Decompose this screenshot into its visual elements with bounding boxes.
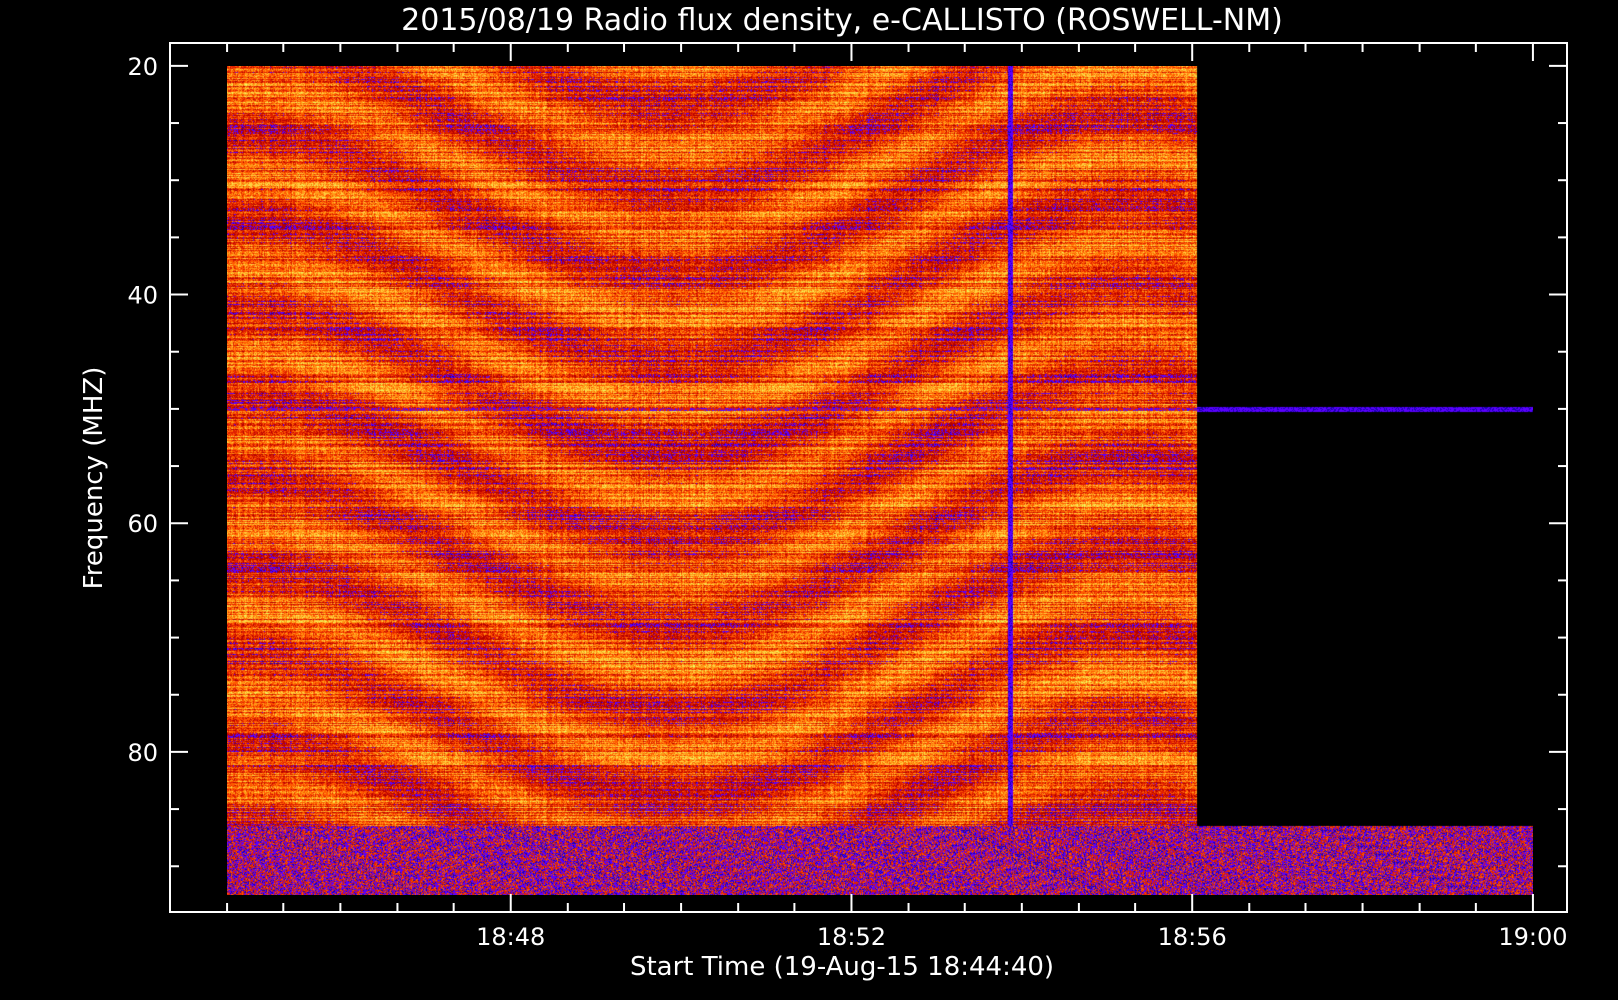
- x-axis-tick-labels: 18:48 18:52 18:56 19:00: [476, 923, 1567, 951]
- spectrogram-image: [227, 66, 1533, 895]
- x-tick-label: 19:00: [1498, 923, 1567, 951]
- x-axis-title: Start Time (19-Aug-15 18:44:40): [630, 952, 1054, 982]
- x-tick-label: 18:56: [1158, 923, 1227, 951]
- y-tick-label: 80: [127, 739, 158, 767]
- y-axis-title: Frequency (MHZ): [79, 367, 109, 590]
- x-tick-label: 18:48: [476, 923, 545, 951]
- y-tick-label: 40: [127, 282, 158, 310]
- chart-title: 2015/08/19 Radio flux density, e-CALLIST…: [401, 3, 1283, 38]
- spectrogram-heatmap: [227, 66, 1533, 895]
- x-tick-label: 18:52: [817, 923, 886, 951]
- chart: 2015/08/19 Radio flux density, e-CALLIST…: [79, 3, 1568, 982]
- y-axis-tick-labels: 20 40 60 80: [127, 53, 158, 767]
- y-tick-label: 60: [127, 510, 158, 538]
- y-tick-label: 20: [127, 53, 158, 81]
